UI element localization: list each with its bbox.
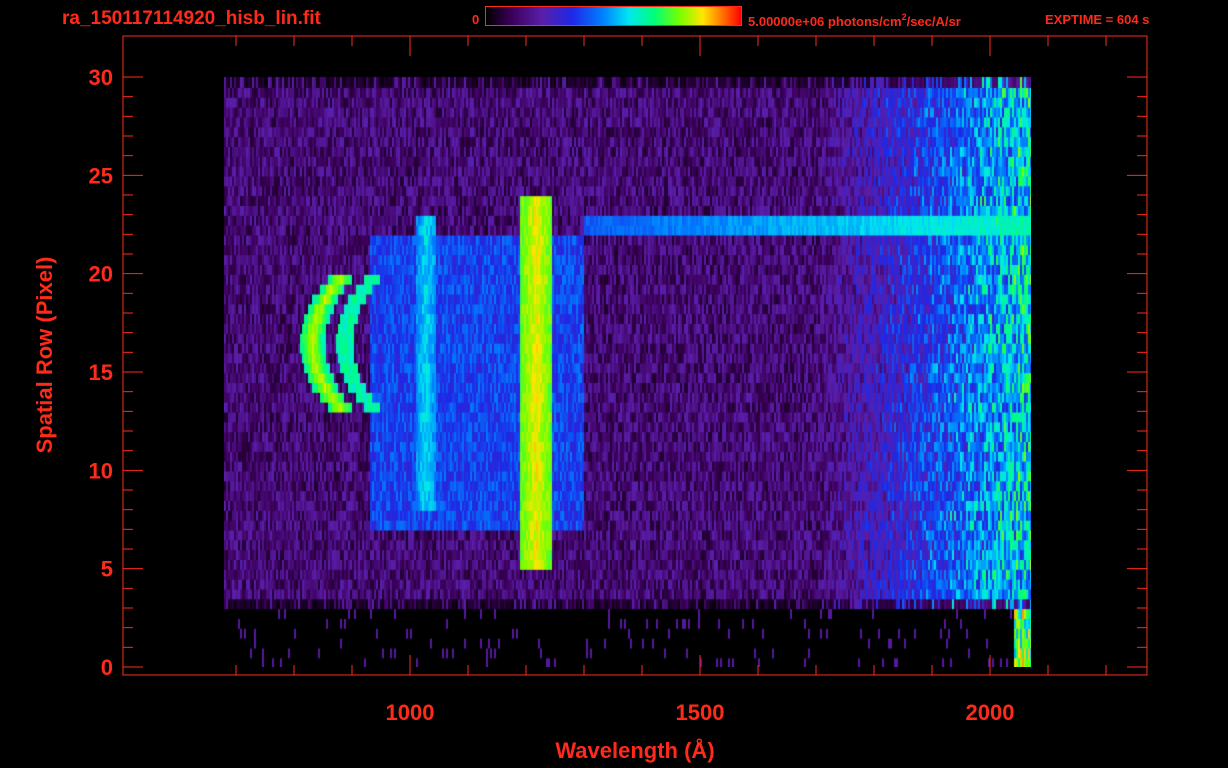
y-tick-label: 25 (89, 163, 113, 188)
y-tick-label: 30 (89, 65, 113, 90)
x-axis-label: Wavelength (Å) (555, 737, 714, 763)
heatmap-image (224, 76, 1031, 667)
spectrogram-plot: 1000 1500 2000051015202530 Wavelength (Å) … (32, 35, 1148, 763)
y-tick-label: 0 (101, 655, 113, 680)
y-tick-label: 10 (89, 458, 113, 483)
y-tick-label: 15 (89, 360, 113, 385)
x-tick-label: 1500 (676, 700, 725, 725)
y-tick-label: 20 (89, 262, 113, 287)
x-tick-label: 1000 (386, 700, 435, 725)
y-axis-label: Spatial Row (Pixel) (32, 257, 57, 454)
heatmap-raster (224, 76, 1031, 667)
y-tick-label: 5 (101, 557, 113, 582)
x-tick-label: 2000 (966, 700, 1015, 725)
